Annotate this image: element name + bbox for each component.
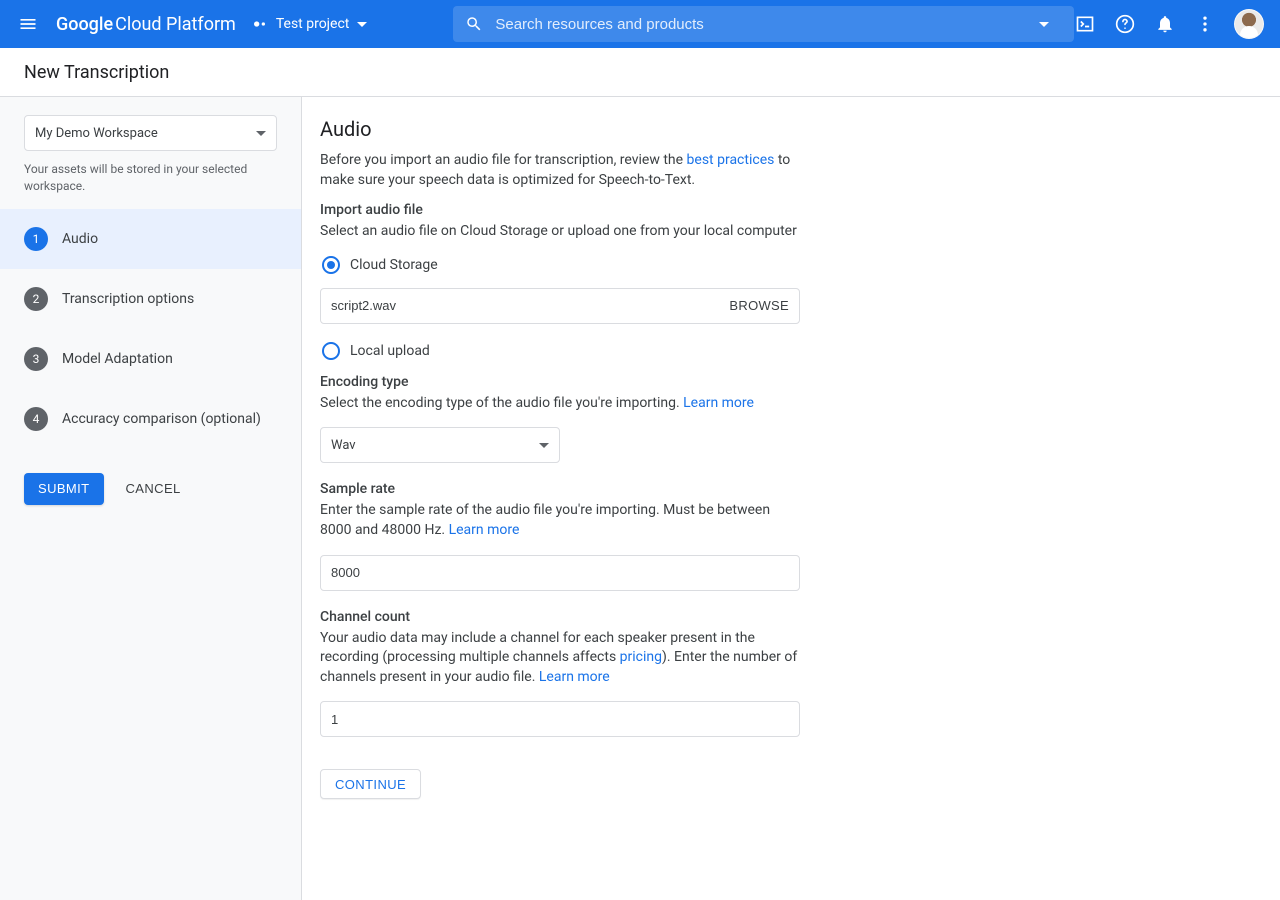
browse-button[interactable]: BROWSE — [729, 298, 789, 313]
encoding-learn-more-link[interactable]: Learn more — [683, 395, 754, 411]
pricing-link[interactable]: pricing — [620, 649, 662, 665]
step-number: 4 — [24, 407, 48, 431]
encoding-desc-text: Select the encoding type of the audio fi… — [320, 395, 683, 411]
import-audio-desc: Select an audio file on Cloud Storage or… — [320, 222, 800, 242]
search-icon — [465, 15, 483, 33]
encoding-value: Wav — [331, 438, 356, 453]
more-options-icon[interactable] — [1194, 13, 1216, 35]
radio-cloud-storage-label: Cloud Storage — [350, 257, 438, 273]
step-label: Model Adaptation — [62, 351, 173, 367]
workspace-select[interactable]: My Demo Workspace — [24, 115, 277, 151]
help-icon[interactable] — [1114, 13, 1136, 35]
hamburger-menu-icon[interactable] — [16, 12, 40, 36]
radio-cloud-storage-row[interactable]: Cloud Storage — [322, 256, 800, 274]
channel-count-input[interactable] — [331, 712, 789, 727]
chevron-down-icon — [256, 131, 266, 136]
channel-count-label: Channel count — [320, 609, 800, 625]
main-content: Audio Before you import an audio file fo… — [302, 97, 1280, 900]
channel-count-field[interactable] — [320, 701, 800, 737]
sample-rate-desc-text: Enter the sample rate of the audio file … — [320, 502, 770, 538]
page-title: New Transcription — [24, 62, 169, 83]
sample-rate-desc: Enter the sample rate of the audio file … — [320, 501, 800, 540]
encoding-type-label: Encoding type — [320, 374, 800, 390]
step-accuracy-comparison[interactable]: 4 Accuracy comparison (optional) — [0, 389, 301, 449]
step-transcription-options[interactable]: 2 Transcription options — [0, 269, 301, 329]
step-label: Accuracy comparison (optional) — [62, 411, 261, 427]
brand-rest: Cloud Platform — [115, 14, 236, 35]
encoding-type-desc: Select the encoding type of the audio fi… — [320, 394, 800, 414]
audio-lead-a: Before you import an audio file for tran… — [320, 152, 687, 168]
project-name: Test project — [276, 16, 350, 32]
search-input[interactable] — [495, 16, 1026, 33]
submit-button[interactable]: SUBMIT — [24, 473, 104, 505]
audio-lead: Before you import an audio file for tran… — [320, 151, 800, 190]
step-audio[interactable]: 1 Audio — [0, 209, 301, 269]
page-title-bar: New Transcription — [0, 48, 1280, 97]
sample-rate-learn-more-link[interactable]: Learn more — [449, 522, 520, 538]
notifications-icon[interactable] — [1154, 13, 1176, 35]
radio-local-upload-row[interactable]: Local upload — [322, 342, 800, 360]
workspace-description: Your assets will be stored in your selec… — [24, 161, 277, 195]
radio-local-upload-label: Local upload — [350, 343, 430, 359]
step-number: 1 — [24, 227, 48, 251]
step-number: 3 — [24, 347, 48, 371]
channel-learn-more-link[interactable]: Learn more — [539, 669, 610, 685]
step-model-adaptation[interactable]: 3 Model Adaptation — [0, 329, 301, 389]
wizard-steps: 1 Audio 2 Transcription options 3 Model … — [0, 209, 301, 449]
cancel-button[interactable]: CANCEL — [126, 481, 181, 496]
cloud-storage-file-input[interactable] — [331, 298, 729, 313]
import-audio-label: Import audio file — [320, 202, 800, 218]
sample-rate-field[interactable] — [320, 555, 800, 591]
channel-count-desc: Your audio data may include a channel fo… — [320, 629, 800, 688]
chevron-down-icon — [539, 443, 549, 448]
top-bar: Google Cloud Platform Test project — [0, 0, 1280, 48]
cloud-storage-file-field[interactable]: BROWSE — [320, 288, 800, 324]
brand-google: Google — [56, 14, 113, 35]
chevron-down-icon — [1039, 22, 1049, 27]
left-sidebar: My Demo Workspace Your assets will be st… — [0, 97, 302, 900]
step-number: 2 — [24, 287, 48, 311]
workspace-selected-label: My Demo Workspace — [35, 126, 158, 141]
continue-button[interactable]: CONTINUE — [320, 769, 421, 799]
radio-cloud-storage[interactable] — [322, 256, 340, 274]
project-scope-icon — [252, 16, 268, 32]
best-practices-link[interactable]: best practices — [687, 152, 775, 168]
radio-local-upload[interactable] — [322, 342, 340, 360]
step-label: Transcription options — [62, 291, 194, 307]
step-label: Audio — [62, 231, 98, 247]
section-heading-audio: Audio — [320, 117, 800, 141]
chevron-down-icon — [357, 22, 367, 27]
project-picker[interactable]: Test project — [252, 16, 368, 32]
brand-logo[interactable]: Google Cloud Platform — [56, 14, 236, 35]
sample-rate-input[interactable] — [331, 565, 789, 580]
user-avatar[interactable] — [1234, 9, 1264, 39]
encoding-select[interactable]: Wav — [320, 427, 560, 463]
search-dropdown-toggle[interactable] — [1026, 22, 1062, 27]
global-search[interactable] — [453, 6, 1074, 42]
sample-rate-label: Sample rate — [320, 481, 800, 497]
cloud-shell-icon[interactable] — [1074, 13, 1096, 35]
